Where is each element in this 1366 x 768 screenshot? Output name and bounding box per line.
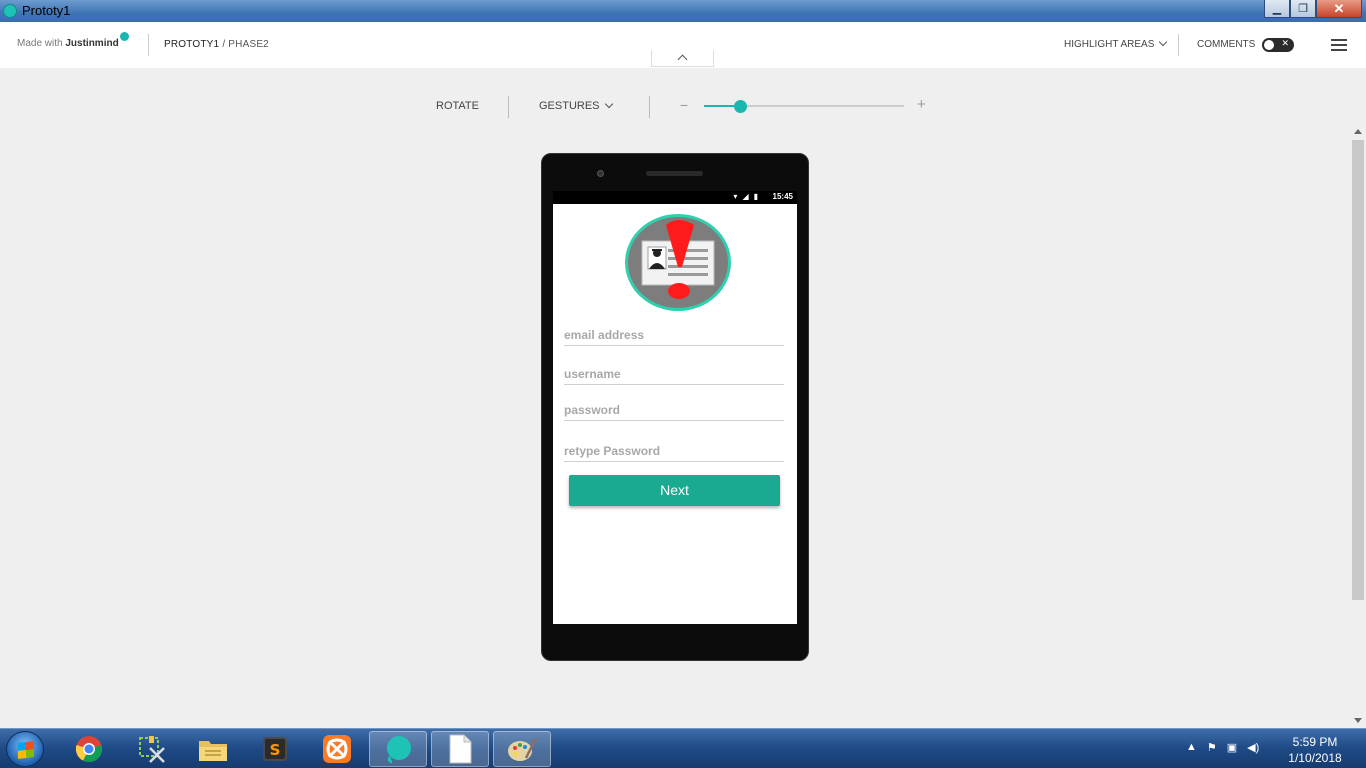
start-button[interactable] <box>6 731 44 767</box>
volume-icon[interactable]: ◀) <box>1247 741 1259 754</box>
taskbar-app-document[interactable] <box>431 731 489 767</box>
device-screen: Next <box>553 204 797 624</box>
windows-logo-icon <box>18 741 34 759</box>
phone-device-frame: ▾◢▮ 15:45 email address username Next <box>541 153 809 661</box>
restore-button[interactable]: ❐ <box>1290 0 1316 18</box>
taskbar-app-chrome[interactable] <box>60 731 118 767</box>
gestures-dropdown[interactable]: GESTURES <box>539 99 613 112</box>
brand-dot-icon <box>120 32 129 41</box>
windows-taskbar: S ▲ ⚑ ▣ ◀) 5:59 PM 1/10/2018 <box>0 728 1366 768</box>
close-button[interactable]: ✕ <box>1316 0 1362 18</box>
vertical-scrollbar[interactable] <box>1350 126 1366 726</box>
svg-text:S: S <box>270 741 281 759</box>
taskbar-app-justinmind[interactable] <box>369 731 427 767</box>
toolbar-divider <box>508 96 509 118</box>
network-icon[interactable]: ▣ <box>1227 741 1237 754</box>
document-icon <box>449 734 472 764</box>
taskbar-app-paint[interactable] <box>493 731 551 767</box>
zoom-slider-thumb[interactable] <box>734 100 747 113</box>
scrollbar-thumb[interactable] <box>1352 140 1364 600</box>
header-divider <box>148 34 149 56</box>
toggle-knob <box>1264 40 1274 50</box>
made-with-brand: Justinmind <box>65 38 119 49</box>
scroll-down-icon[interactable] <box>1354 718 1362 723</box>
password-field[interactable] <box>564 401 784 421</box>
taskbar-app-sublime-text[interactable]: S <box>246 731 304 767</box>
sublime-text-icon: S <box>263 737 287 761</box>
breadcrumb-project[interactable]: PROTOTY1 <box>164 39 219 50</box>
action-center-flag-icon[interactable]: ⚑ <box>1207 741 1217 754</box>
rotate-button[interactable]: ROTATE <box>436 100 479 112</box>
highlight-areas-label: HIGHLIGHT AREAS <box>1064 39 1155 50</box>
breadcrumb: PROTOTY1 / PHASE2 <box>164 39 269 50</box>
window-title-bar: Prototy1 ▁ ❐ ✕ <box>0 0 1366 22</box>
zoom-out-button[interactable]: − <box>680 97 688 113</box>
toolbar-divider <box>649 96 650 118</box>
justinmind-app-icon <box>3 4 17 18</box>
justinmind-icon <box>387 736 411 764</box>
xampp-icon <box>323 735 351 763</box>
app-logo-icon <box>625 214 731 311</box>
window-controls: ▁ ❐ ✕ <box>1264 0 1362 18</box>
file-explorer-icon <box>199 741 227 761</box>
front-camera <box>597 170 604 177</box>
status-icons: ▾◢▮ <box>733 192 763 201</box>
highlight-areas-dropdown[interactable]: HIGHLIGHT AREAS <box>1064 37 1168 50</box>
email-field[interactable] <box>564 326 784 346</box>
scroll-up-icon[interactable] <box>1354 129 1362 134</box>
header-divider <box>1178 34 1179 56</box>
made-with-prefix: Made with <box>17 38 63 49</box>
taskbar-app-snipping-tool[interactable] <box>122 731 180 767</box>
taskbar-clock[interactable]: 5:59 PM 1/10/2018 <box>1280 734 1350 766</box>
taskbar-app-file-explorer[interactable] <box>184 731 242 767</box>
password-input[interactable] <box>564 401 784 417</box>
comments-toggle[interactable]: ✕ <box>1262 38 1294 52</box>
next-button[interactable]: Next <box>569 475 780 506</box>
username-field[interactable] <box>564 365 784 385</box>
chevron-down-icon <box>1159 37 1168 47</box>
breadcrumb-page[interactable]: PHASE2 <box>228 39 269 50</box>
clock-time: 5:59 PM <box>1292 735 1338 749</box>
made-with-logo[interactable]: Made with Justinmind <box>17 38 119 49</box>
window-title: Prototy1 <box>22 3 71 18</box>
chrome-icon <box>75 736 103 763</box>
collapse-header-button[interactable] <box>651 50 714 67</box>
paint-icon <box>508 737 538 761</box>
chevron-down-icon <box>604 99 613 109</box>
show-hidden-icons-icon[interactable]: ▲ <box>1186 741 1197 754</box>
snipping-tool-icon <box>139 736 165 763</box>
earpiece-speaker <box>646 171 703 176</box>
chevron-up-icon <box>677 54 688 65</box>
retype-password-field[interactable] <box>564 442 784 462</box>
taskbar-app-xampp[interactable] <box>308 731 366 767</box>
minimize-button[interactable]: ▁ <box>1264 0 1290 18</box>
zoom-in-button[interactable]: + <box>917 96 926 113</box>
breadcrumb-separator: / <box>222 39 226 50</box>
toggle-off-icon: ✕ <box>1281 38 1289 48</box>
retype-password-input[interactable] <box>564 442 784 458</box>
system-tray: ▲ ⚑ ▣ ◀) <box>1186 741 1259 754</box>
device-status-bar: ▾◢▮ 15:45 <box>553 191 797 204</box>
clock-date: 1/10/2018 <box>1288 751 1342 765</box>
status-time: 15:45 <box>772 192 793 201</box>
hamburger-menu-icon[interactable] <box>1331 39 1347 51</box>
comments-label: COMMENTS <box>1197 39 1256 50</box>
username-input[interactable] <box>564 365 784 381</box>
email-input[interactable] <box>564 326 784 342</box>
gestures-label: GESTURES <box>539 100 600 112</box>
